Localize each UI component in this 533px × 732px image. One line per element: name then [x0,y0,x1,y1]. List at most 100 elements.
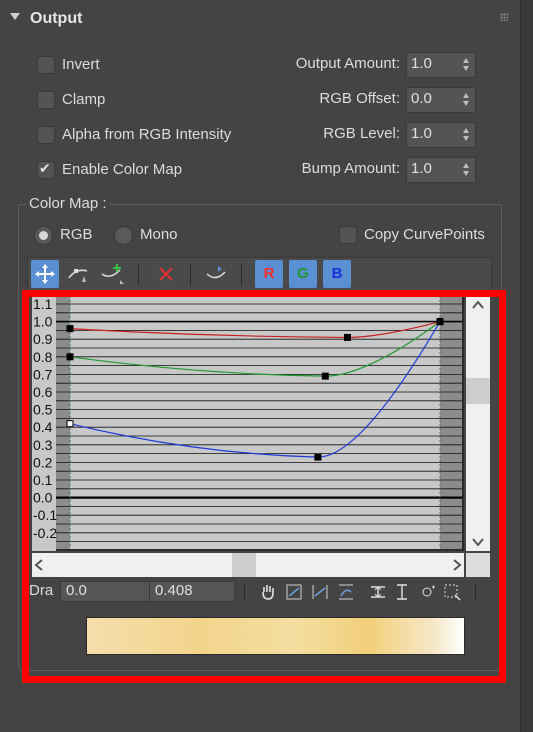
spinner-down-icon[interactable] [463,101,469,106]
zoom-vertical-icon [339,584,353,600]
x-value[interactable]: 0.0 [66,582,87,599]
region-select-button[interactable] [443,583,461,601]
rgb-level-label: RGB Level: [323,125,400,142]
curve-plot[interactable]: 1.1 1.00.9 0.80.7 0.6 0.50.4 0.30.2 0.1 0.0-0.1… [32,296,464,551]
y-value-field[interactable]: 0.408 [149,581,235,602]
delete-point-button[interactable] [152,260,180,288]
curve-point [436,318,444,326]
curve-graph[interactable]: 1.1 1.0 0.9 0.8 0.7 0.6 0.5 0.4 0.3 0.2 0.1 0.0 -0.1… [32,296,464,551]
move-tool-button[interactable] [31,260,59,288]
move-icon [35,264,55,284]
collapse-arrow-icon[interactable] [10,13,20,20]
zoom-vertical-button[interactable] [337,583,355,601]
status-separator [244,583,245,601]
mono-radio[interactable] [114,226,133,245]
reset-curve-icon [206,266,226,279]
panel-scrollbar[interactable] [521,0,533,732]
spinner-down-icon[interactable] [463,136,469,141]
y-tick-label: 0.6 [33,384,53,400]
pan-button[interactable] [259,583,277,601]
rgb-radio[interactable] [34,226,53,245]
toolbar-separator [138,263,139,285]
zoom-region-button[interactable] [369,583,387,601]
graph-horizontal-scrollbar[interactable] [32,553,464,577]
blue-channel-button[interactable]: B [323,260,351,288]
invert-checkbox[interactable] [37,56,55,74]
spinner-down-icon[interactable] [463,66,469,71]
reset-curve-button[interactable] [202,260,230,288]
zoom-extents-button[interactable] [285,583,303,601]
curve-point [344,333,351,341]
color-map-gradient-preview [86,617,465,655]
curve-point [66,353,74,361]
rollout-title: Output [30,10,83,27]
rgb-offset-label: RGB Offset: [319,90,400,107]
copy-curve-points-checkbox[interactable] [339,226,357,244]
alpha-from-rgb-checkbox[interactable] [37,126,55,144]
y-tick-label: 1.0 [33,314,53,330]
copy-curve-points-label: Copy CurvePoints [364,226,485,243]
curve-toolbar: R G B [27,257,492,292]
rgb-level-value[interactable]: 1.0 [411,125,432,142]
zoom-region-button-2[interactable] [419,583,437,601]
y-tick-label: 0.8 [33,349,53,365]
region-select-icon [444,584,461,601]
red-channel-button[interactable]: R [255,260,283,288]
spinner-down-icon[interactable] [463,171,469,176]
graph-vertical-scrollbar[interactable] [466,296,490,551]
scroll-right-icon[interactable] [453,559,462,571]
color-map-title: Color Map : [26,195,110,212]
add-point-icon [101,264,124,284]
spinner-up-icon[interactable] [463,163,469,168]
y-tick-label: -0.2 [33,525,57,541]
curve-status-bar: Dra 0.0 0.408 [27,581,490,603]
rgb-level-spinner[interactable]: 1.0 [406,122,476,148]
alpha-from-rgb-label: Alpha from RGB Intensity [62,126,232,143]
curve-point [321,372,329,380]
curve-point [314,453,322,461]
scale-point-button[interactable] [64,260,92,288]
y-tick-label: 0.0 [33,490,53,506]
scroll-up-icon[interactable] [472,300,484,309]
red-channel-label: R [263,265,275,282]
add-point-button[interactable] [98,260,126,288]
enable-color-map-checkbox[interactable] [37,160,55,179]
y-value[interactable]: 0.408 [155,582,193,599]
y-tick-label: 0.9 [33,331,53,347]
curve-point [66,420,74,428]
pan-hand-icon [262,585,274,600]
spinner-up-icon[interactable] [463,58,469,63]
y-tick-label: 0.5 [33,402,53,418]
rollout-header[interactable]: Output [0,0,520,38]
scroll-thumb[interactable] [466,378,490,404]
scroll-down-icon[interactable] [472,538,484,547]
spinner-up-icon[interactable] [463,128,469,133]
drag-grip-icon[interactable] [500,13,508,21]
out-of-range-right [440,296,462,549]
invert-label: Invert [62,56,100,73]
green-channel-label: G [297,265,309,282]
rgb-offset-value[interactable]: 0.0 [411,90,432,107]
zoom-icon [397,584,407,600]
y-tick-label: 0.2 [33,454,53,470]
output-amount-spinner[interactable]: 1.0 [406,52,476,78]
rgb-radio-label: RGB [60,226,93,243]
bump-amount-value[interactable]: 1.0 [411,160,432,177]
output-amount-value[interactable]: 1.0 [411,55,432,72]
clamp-checkbox[interactable] [37,91,55,109]
zoom-button[interactable] [393,583,411,601]
y-tick-label: 1.1 [33,296,53,312]
green-channel-button[interactable]: G [289,260,317,288]
bump-amount-spinner[interactable]: 1.0 [406,157,476,183]
scroll-corner [466,553,490,577]
scroll-left-icon[interactable] [34,559,43,571]
spinner-up-icon[interactable] [463,93,469,98]
zoom-horizontal-button[interactable] [311,583,329,601]
rgb-offset-spinner[interactable]: 0.0 [406,87,476,113]
status-separator [475,583,476,601]
clamp-label: Clamp [62,91,106,108]
scroll-thumb[interactable] [232,553,256,577]
zoom-region-icon-2 [422,585,435,597]
mono-radio-label: Mono [140,226,178,243]
zoom-extents-icon [286,584,302,600]
